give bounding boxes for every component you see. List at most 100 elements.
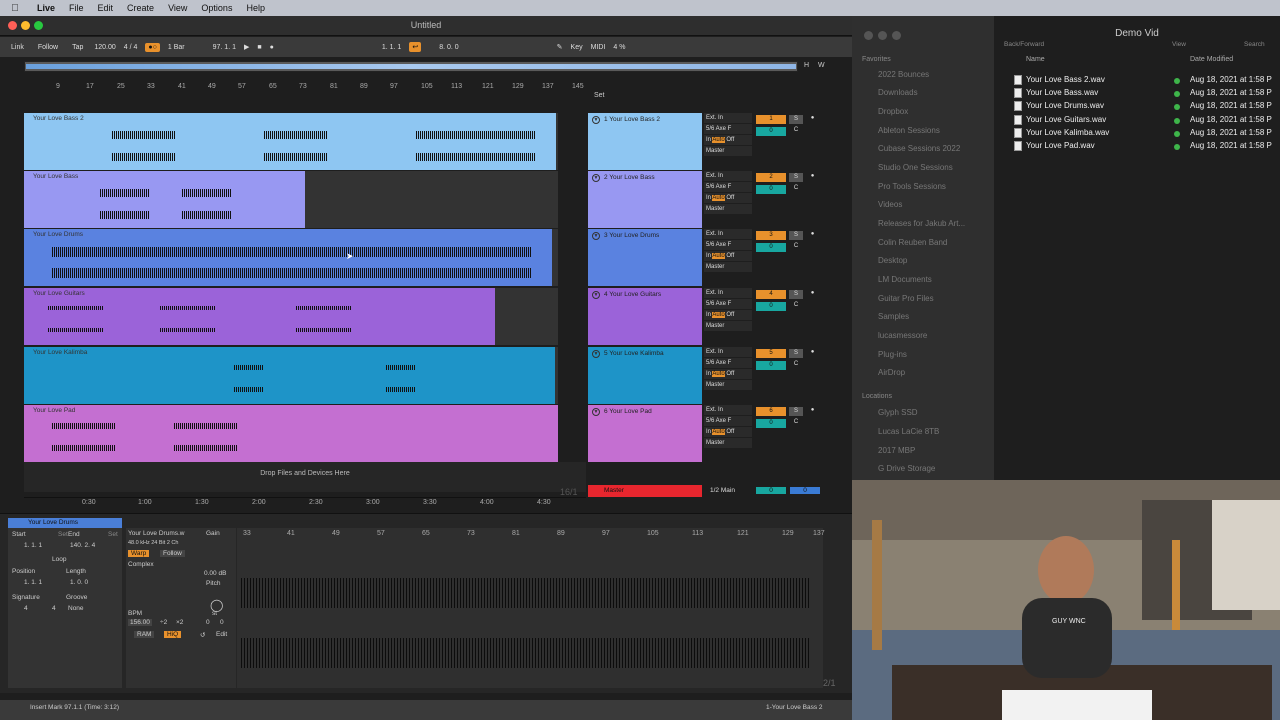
input-type-menu[interactable]: Ext. In — [704, 171, 752, 181]
arm-icon[interactable]: ● — [808, 349, 817, 358]
menu-create[interactable]: Create — [120, 3, 161, 13]
file-row[interactable]: Your Love Bass 2.wav Aug 18, 2021 at 1:58… — [994, 74, 1280, 87]
metronome-icon[interactable]: ●○ — [145, 42, 160, 52]
output-menu[interactable]: Master — [704, 380, 752, 390]
track-header-5[interactable]: ▼ 5 Your Love Kalimba — [588, 347, 702, 404]
sidebar-item[interactable]: Plug-ins — [878, 350, 907, 359]
sidebar-item[interactable]: Lucas LaCie 8TB — [878, 427, 939, 436]
track-name[interactable]: 6 Your Love Pad — [604, 408, 652, 415]
clip-title[interactable]: Your Love Drums — [8, 518, 122, 528]
sidebar-item[interactable]: G Drive Storage — [878, 464, 935, 473]
sidebar-item[interactable]: 2017 MBP — [878, 446, 915, 455]
draw-mode-icon[interactable]: ✎ — [557, 43, 563, 51]
monitor-buttons[interactable]: In Auto Off — [704, 427, 752, 437]
pan-field[interactable]: C — [789, 302, 803, 311]
undo-icon[interactable]: ↺ — [200, 631, 205, 639]
volume-field[interactable]: 0 — [756, 127, 786, 136]
arm-icon[interactable]: ● — [808, 290, 817, 299]
midi-button[interactable]: MIDI — [591, 44, 606, 51]
quantize-menu[interactable]: 1 Bar — [168, 44, 185, 51]
sample-editor-ruler[interactable]: 33 41 49 57 65 73 81 89 97 105 113 121 1… — [237, 528, 825, 540]
sidebar-item[interactable]: Cubase Sessions 2022 — [878, 144, 960, 153]
solo-button[interactable]: S — [789, 115, 803, 124]
monitor-buttons[interactable]: In Auto Off — [704, 135, 752, 145]
monitor-buttons[interactable]: In Auto Off — [704, 251, 752, 261]
arrangement-overview[interactable] — [24, 61, 798, 72]
sidebar-item[interactable]: 2022 Bounces — [878, 70, 929, 79]
play-icon[interactable]: ▶ — [244, 43, 249, 51]
track-activator[interactable]: 1 — [756, 115, 786, 124]
sidebar-item[interactable]: LM Documents — [878, 275, 932, 284]
start-field[interactable]: 1. 1. 1 — [24, 542, 42, 549]
solo-button[interactable]: S — [789, 173, 803, 182]
input-type-menu[interactable]: Ext. In — [704, 229, 752, 239]
key-button[interactable]: Key — [571, 44, 583, 51]
track-name[interactable]: 2 Your Love Bass — [604, 174, 655, 181]
monitor-buttons[interactable]: In Auto Off — [704, 310, 752, 320]
fold-icon[interactable]: ▼ — [592, 174, 600, 182]
overview-w-button[interactable]: W — [818, 62, 825, 69]
sidebar-item[interactable]: Pro Tools Sessions — [878, 182, 946, 191]
sidebar-item[interactable]: AirDrop — [878, 368, 905, 377]
position-field[interactable]: 1. 1. 1 — [24, 579, 42, 586]
track-name[interactable]: 3 Your Love Drums — [604, 232, 659, 239]
back-forward-button[interactable]: Back/Forward — [1004, 41, 1044, 48]
fold-icon[interactable]: ▼ — [592, 232, 600, 240]
arrangement-track-3[interactable]: Your Love Drums ➤ — [24, 229, 558, 286]
volume-field[interactable]: 0 — [756, 361, 786, 370]
tap-button[interactable]: Tap — [69, 43, 86, 52]
signature-denominator[interactable]: 4 — [52, 605, 56, 612]
sample-editor[interactable]: 33 41 49 57 65 73 81 89 97 105 113 121 1… — [237, 528, 836, 688]
overview-h-button[interactable]: H — [804, 62, 809, 69]
menu-edit[interactable]: Edit — [91, 3, 121, 13]
fold-icon[interactable]: ▼ — [592, 408, 600, 416]
sidebar-item[interactable]: Colin Reuben Band — [878, 238, 947, 247]
arrangement-track-4[interactable]: Your Love Guitars — [24, 288, 558, 345]
beat-ruler[interactable]: 9 17 25 33 41 49 57 65 73 81 89 97 105 1… — [24, 82, 586, 94]
track-activator[interactable]: 3 — [756, 231, 786, 240]
track-activator[interactable]: 4 — [756, 290, 786, 299]
loop-start-field[interactable]: 1. 1. 1 — [382, 44, 401, 51]
file-row[interactable]: Your Love Drums.wav Aug 18, 2021 at 1:58 … — [994, 100, 1280, 113]
file-row[interactable]: Your Love Guitars.wav Aug 18, 2021 at 1:5… — [994, 114, 1280, 127]
track-activator[interactable]: 6 — [756, 407, 786, 416]
cents-field[interactable]: 0 — [220, 619, 224, 626]
halve-button[interactable]: ÷2 — [160, 619, 167, 626]
input-channel-menu[interactable]: 5/6 Axe F — [704, 299, 752, 309]
input-type-menu[interactable]: Ext. In — [704, 405, 752, 415]
length-field[interactable]: 1. 0. 0 — [70, 579, 88, 586]
master-output-menu[interactable]: 1/2 Main — [710, 487, 735, 494]
arm-icon[interactable]: ● — [808, 173, 817, 182]
audio-clip[interactable] — [24, 113, 556, 170]
solo-button[interactable]: S — [789, 290, 803, 299]
solo-button[interactable]: S — [789, 231, 803, 240]
arm-icon[interactable]: ● — [808, 231, 817, 240]
input-channel-menu[interactable]: 5/6 Axe F — [704, 124, 752, 134]
stop-icon[interactable]: ■ — [257, 44, 261, 51]
menu-options[interactable]: Options — [194, 3, 239, 13]
search-button[interactable]: Search — [1244, 41, 1265, 48]
fold-icon[interactable]: ▼ — [592, 291, 600, 299]
sidebar-item[interactable]: Guitar Pro Files — [878, 294, 934, 303]
finder-close-icon[interactable] — [864, 31, 873, 40]
input-channel-menu[interactable]: 5/6 Axe F — [704, 240, 752, 250]
input-type-menu[interactable]: Ext. In — [704, 347, 752, 357]
monitor-buttons[interactable]: In Auto Off — [704, 193, 752, 203]
sidebar-item[interactable]: Glyph SSD — [878, 408, 918, 417]
track-header-6[interactable]: ▼ 6 Your Love Pad — [588, 405, 702, 462]
track-name[interactable]: 5 Your Love Kalimba — [604, 350, 664, 357]
sidebar-item[interactable]: Samples — [878, 312, 909, 321]
start-set-button[interactable]: Set — [58, 531, 68, 538]
input-channel-menu[interactable]: 5/6 Axe F — [704, 182, 752, 192]
output-menu[interactable]: Master — [704, 204, 752, 214]
track-header-1[interactable]: ▼ 1 Your Love Bass 2 — [588, 113, 702, 170]
sidebar-item[interactable]: Videos — [878, 200, 902, 209]
audio-clip[interactable] — [24, 288, 495, 345]
signature-field[interactable]: 4 / 4 — [124, 44, 138, 51]
arm-icon[interactable]: ● — [808, 407, 817, 416]
warp-button[interactable]: Warp — [128, 550, 150, 557]
view-button[interactable]: View — [1172, 41, 1186, 48]
warp-mode-menu[interactable]: Complex — [128, 561, 154, 568]
time-ruler[interactable]: 0:30 1:00 1:30 2:00 2:30 3:00 3:30 4:00 … — [24, 497, 586, 508]
fold-icon[interactable]: ▼ — [592, 116, 600, 124]
